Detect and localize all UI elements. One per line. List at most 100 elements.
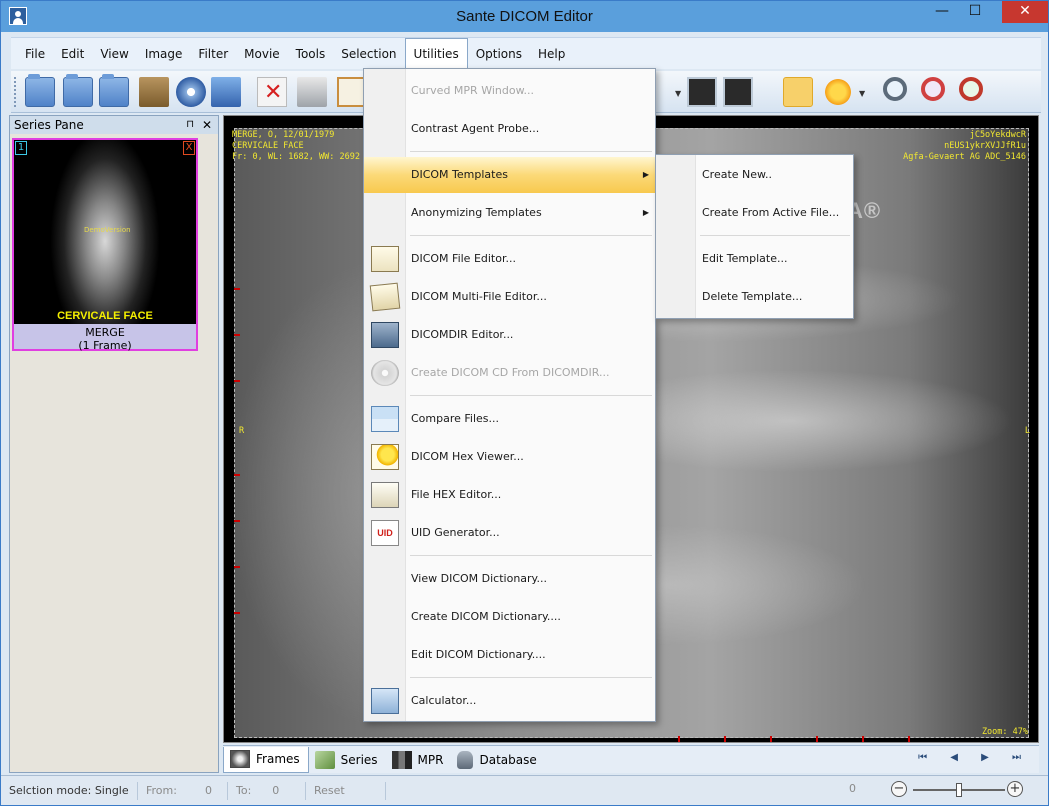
dropdown-arrow-icon[interactable]: ▼ <box>859 89 865 98</box>
menu-item-label: Calculator... <box>411 694 477 707</box>
zoom-slider-thumb[interactable] <box>956 783 962 797</box>
open-folder-icon[interactable] <box>99 74 129 107</box>
minimize-button[interactable]: — <box>926 1 958 23</box>
menu-item-label: DICOM Templates <box>411 168 508 181</box>
ruler-tick <box>234 612 240 614</box>
menu-tools[interactable]: Tools <box>288 39 334 69</box>
frame-navigation[interactable]: ⏮ ◀ ▶ ⏭ <box>918 752 1031 763</box>
menu-item-anonymizing-templates[interactable]: Anonymizing Templates ▶ <box>364 195 655 231</box>
network-icon[interactable] <box>211 77 241 107</box>
menu-item-edit-dictionary[interactable]: Edit DICOM Dictionary.... <box>364 637 655 673</box>
reset-button[interactable]: Reset <box>306 781 386 800</box>
submenu-item-create-from-active[interactable]: Create From Active File... <box>656 195 853 231</box>
brightness-icon[interactable] <box>823 77 853 107</box>
menu-item-compare-files[interactable]: Compare Files... <box>364 401 655 437</box>
menu-options[interactable]: Options <box>468 39 530 69</box>
zoom-fit-icon[interactable] <box>959 77 983 101</box>
selection-mode: Selction mode: Single <box>1 781 138 800</box>
menu-item-view-dictionary[interactable]: View DICOM Dictionary... <box>364 561 655 597</box>
menu-item-contrast-probe[interactable]: Contrast Agent Probe... <box>364 111 655 147</box>
book-icon[interactable] <box>139 77 169 107</box>
zoom-icon[interactable] <box>883 77 907 101</box>
series-pane-header: Series Pane ⊓ ✕ <box>10 116 218 134</box>
toolbar-grip[interactable] <box>14 77 17 107</box>
menu-separator <box>700 235 850 236</box>
overlay-line: nEUS1ykrXVJJfR1u <box>944 141 1026 151</box>
menu-item-hex-viewer[interactable]: DICOM Hex Viewer... <box>364 439 655 475</box>
menu-item-hex-editor[interactable]: File HEX Editor... <box>364 477 655 513</box>
open-folder-icon[interactable] <box>63 74 93 107</box>
menu-item-multi-file-editor[interactable]: DICOM Multi-File Editor... <box>364 279 655 315</box>
open-folder-icon[interactable] <box>25 74 55 107</box>
menu-edit[interactable]: Edit <box>53 39 92 69</box>
window-title: Sante DICOM Editor <box>456 8 593 25</box>
tab-database[interactable]: Database <box>451 747 544 773</box>
disc-icon[interactable] <box>176 77 206 107</box>
tab-series[interactable]: Series <box>309 747 386 773</box>
zoom-window-icon[interactable] <box>921 77 945 101</box>
orientation-left-label: R <box>239 426 245 436</box>
series-pane-title: Series Pane <box>14 118 84 132</box>
pin-icon[interactable]: ⊓ <box>186 116 194 134</box>
submenu-arrow-icon: ▶ <box>642 208 649 217</box>
view-tabs: Frames Series MPR Database ⏮ ◀ ▶ ⏭ <box>223 745 1039 773</box>
menu-item-dicom-templates[interactable]: DICOM Templates ▶ <box>364 157 655 193</box>
menu-item-calculator[interactable]: Calculator... <box>364 683 655 719</box>
menu-selection[interactable]: Selection <box>333 39 404 69</box>
menu-item-label: DICOM Multi-File Editor... <box>411 290 547 303</box>
tab-frames[interactable]: Frames <box>223 746 309 773</box>
hand-icon[interactable] <box>783 77 813 107</box>
page-edit-icon <box>371 246 399 272</box>
tab-mpr[interactable]: MPR <box>386 747 452 773</box>
status-bar: Selction mode: Single From: 0 To: 0 Rese… <box>1 775 1048 805</box>
tab-label: Frames <box>256 752 300 766</box>
menu-view[interactable]: View <box>92 39 136 69</box>
delete-icon[interactable] <box>257 77 287 107</box>
thumbnail-remove-button[interactable]: X <box>183 141 195 155</box>
maximize-button[interactable]: ☐ <box>959 1 991 23</box>
hex-edit-icon <box>371 482 399 508</box>
menu-item-label: Contrast Agent Probe... <box>411 122 540 135</box>
ruler-tick <box>908 736 910 742</box>
submenu-item-delete-template[interactable]: Delete Template... <box>656 279 853 315</box>
menu-item-label: DICOM Hex Viewer... <box>411 450 524 463</box>
ruler-tick <box>724 736 726 742</box>
overlay-line: Agfa-Gevaert AG ADC_5146 <box>903 152 1026 162</box>
print-icon[interactable] <box>297 77 327 107</box>
menu-item-create-dictionary[interactable]: Create DICOM Dictionary.... <box>364 599 655 635</box>
ruler-tick <box>234 566 240 568</box>
submenu-item-edit-template[interactable]: Edit Template... <box>656 241 853 277</box>
thumbnail-label: MERGE (1 Frame) <box>14 326 196 352</box>
submenu-arrow-icon: ▶ <box>642 170 649 179</box>
overlay-top-right: jC5oYekdwcR nEUS1ykrXVJJfR1u Agfa-Gevaer… <box>903 130 1026 163</box>
menu-item-uid-generator[interactable]: UID UID Generator... <box>364 515 655 551</box>
bulb-icon <box>371 444 399 470</box>
close-icon[interactable]: ✕ <box>202 116 212 134</box>
zoom-in-button[interactable]: + <box>1007 781 1023 797</box>
image-icon[interactable] <box>687 77 717 107</box>
ruler-tick <box>234 380 240 382</box>
menu-item-create-dicom-cd[interactable]: Create DICOM CD From DICOMDIR... <box>364 355 655 391</box>
menu-separator <box>410 235 652 236</box>
series-thumbnail[interactable]: 1 X DemoVersion CERVICALE FACE MERGE (1 … <box>12 138 198 352</box>
menu-image[interactable]: Image <box>137 39 191 69</box>
menu-item-dicom-file-editor[interactable]: DICOM File Editor... <box>364 241 655 277</box>
image-icon[interactable] <box>723 77 753 107</box>
menu-filter[interactable]: Filter <box>190 39 236 69</box>
compare-icon <box>371 406 399 432</box>
frame-count: (1 Frame) <box>78 339 132 352</box>
zoom-level: 0 <box>849 782 856 795</box>
menu-item-dicomdir-editor[interactable]: DICOMDIR Editor... <box>364 317 655 353</box>
zoom-out-button[interactable]: − <box>891 781 907 797</box>
menu-file[interactable]: File <box>17 39 53 69</box>
menu-utilities[interactable]: Utilities <box>404 37 468 70</box>
thumbnail-image: 1 X DemoVersion CERVICALE FACE <box>14 140 196 324</box>
menu-item-curved-mpr[interactable]: Curved MPR Window... <box>364 73 655 109</box>
dropdown-arrow-icon[interactable]: ▼ <box>675 89 681 98</box>
tab-label: Database <box>479 752 537 767</box>
close-button[interactable]: ✕ <box>1002 1 1048 23</box>
menu-movie[interactable]: Movie <box>236 39 288 69</box>
menu-help[interactable]: Help <box>530 39 573 69</box>
submenu-item-create-new[interactable]: Create New.. <box>656 157 853 193</box>
to-value: 0 <box>272 783 280 797</box>
